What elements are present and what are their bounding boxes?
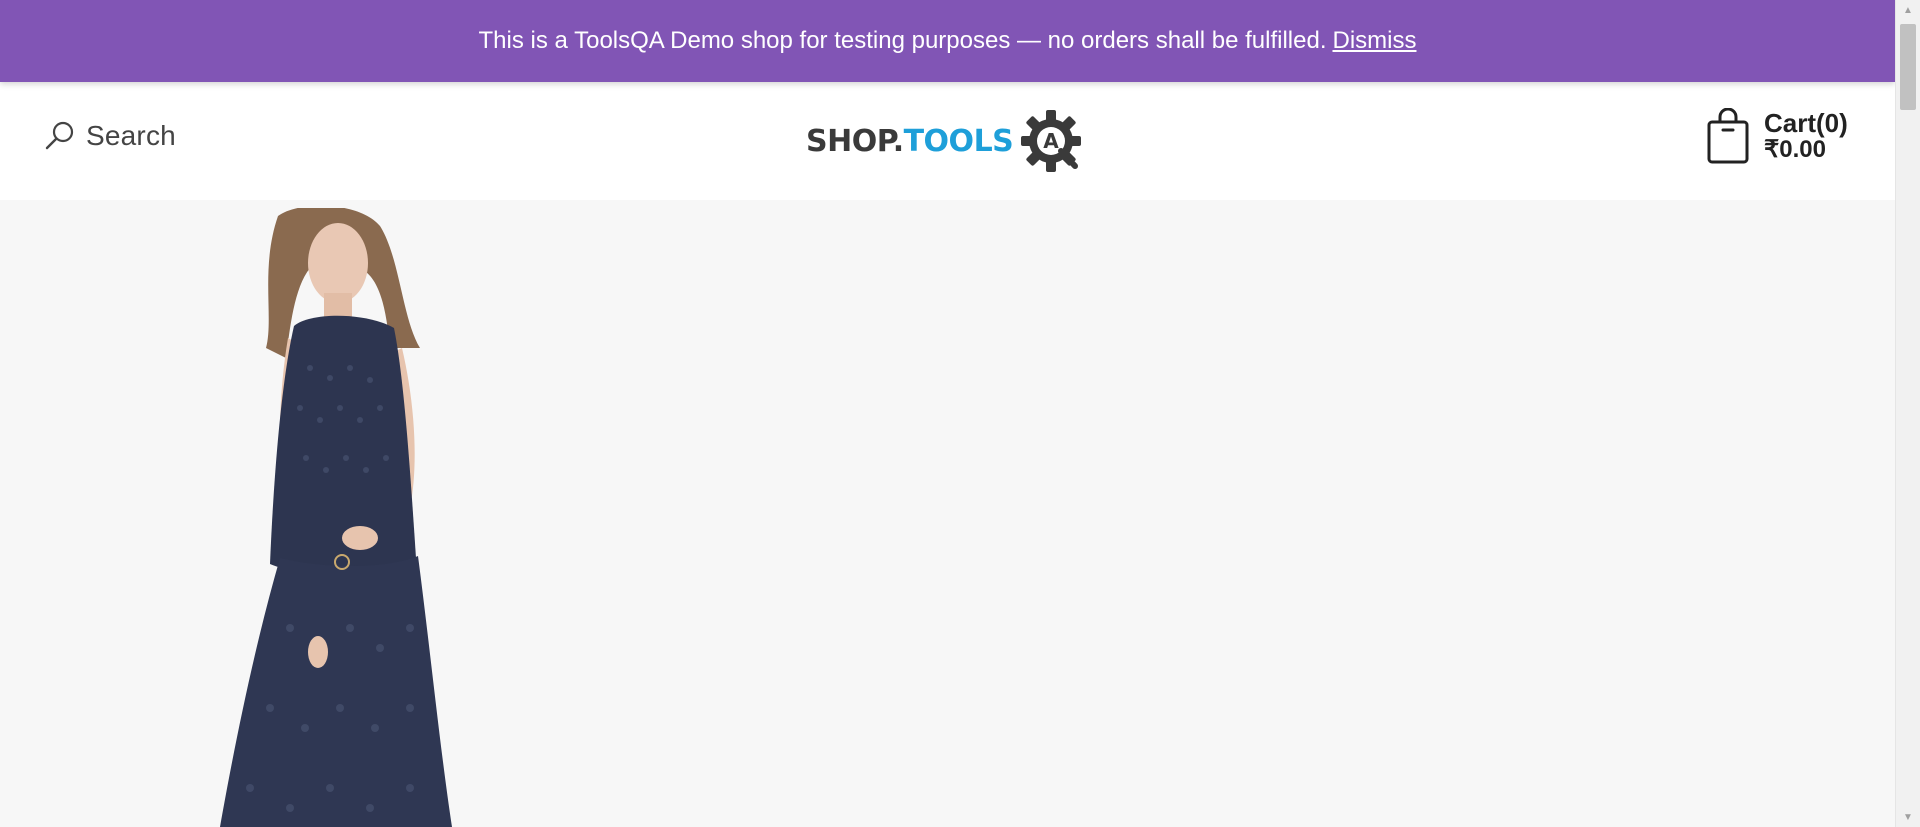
hero-banner <box>0 208 1895 827</box>
scroll-down-arrow-icon[interactable]: ▼ <box>1896 807 1920 827</box>
dismiss-link[interactable]: Dismiss <box>1332 27 1416 55</box>
search-button[interactable]: Search <box>44 120 176 152</box>
shopping-bag-icon <box>1707 108 1749 164</box>
logo-text-shop: SHOP. <box>806 123 904 159</box>
gear-icon: A <box>1021 110 1082 172</box>
cart-count: Cart(0) <box>1764 107 1848 138</box>
cart-total: ₹0.00 <box>1764 136 1826 164</box>
vertical-scrollbar[interactable]: ▲ ▼ <box>1895 0 1920 827</box>
site-logo[interactable]: SHOP. TOOLS A <box>806 108 1094 174</box>
page: This is a ToolsQA Demo shop for testing … <box>0 0 1895 827</box>
logo-emblem-letter: A <box>1044 129 1060 153</box>
cart-summary: Cart(0) ₹0.00 <box>1764 107 1848 164</box>
site-header: Search SHOP. TOOLS A Cart(0) ₹0.00 <box>0 82 1895 200</box>
browser-viewport: This is a ToolsQA Demo shop for testing … <box>0 0 1920 827</box>
logo-text-tools: TOOLS <box>903 123 1014 159</box>
search-label: Search <box>86 120 176 151</box>
search-icon <box>45 121 74 150</box>
scrollbar-thumb[interactable] <box>1900 24 1916 110</box>
notice-message: This is a ToolsQA Demo shop for testing … <box>478 27 1327 54</box>
scroll-up-arrow-icon[interactable]: ▲ <box>1896 0 1920 20</box>
demo-store-notice: This is a ToolsQA Demo shop for testing … <box>0 0 1895 82</box>
product-image[interactable] <box>190 208 490 827</box>
cart-button[interactable]: Cart(0) ₹0.00 <box>1706 108 1848 164</box>
